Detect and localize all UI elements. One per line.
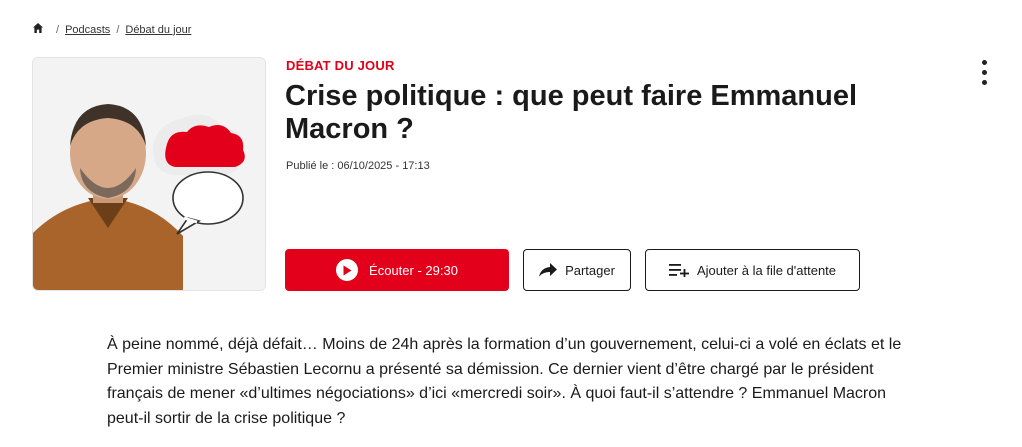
more-vertical-icon [981,79,987,85]
page-title: Crise politique : que peut faire Emmanue… [285,80,858,145]
breadcrumb: / Podcasts / Débat du jour [32,22,191,37]
listen-button-label: Écouter - 29:30 [369,262,458,278]
share-button-label: Partager [565,262,615,278]
breadcrumb-separator: / [116,23,120,36]
home-icon [33,23,43,33]
share-arrow-icon [539,263,558,277]
add-to-queue-button[interactable]: Ajouter à la file d'attente [645,249,860,291]
playlist-add-icon [668,263,689,277]
more-vertical-icon [981,59,987,65]
episode-kicker: DÉBAT DU JOUR [286,58,395,73]
breadcrumb-link-podcasts[interactable]: Podcasts [65,24,110,36]
breadcrumb-separator: / [56,23,60,36]
podcast-host-portrait [33,58,265,290]
play-icon [336,259,359,281]
add-to-queue-label: Ajouter à la file d'attente [696,262,837,278]
listen-button[interactable]: Écouter - 29:30 [285,249,509,291]
publication-date: Publié le : 06/10/2025 - 17:13 [286,160,430,172]
breadcrumb-link-debat-du-jour[interactable]: Débat du jour [125,24,191,36]
more-options-button[interactable] [972,56,996,88]
episode-cover-image [32,57,266,291]
episode-description: À peine nommé, déjà défait… Moins de 24h… [107,336,902,427]
share-button[interactable]: Partager [523,249,631,291]
more-vertical-icon [981,69,987,75]
breadcrumb-home[interactable] [32,22,50,37]
